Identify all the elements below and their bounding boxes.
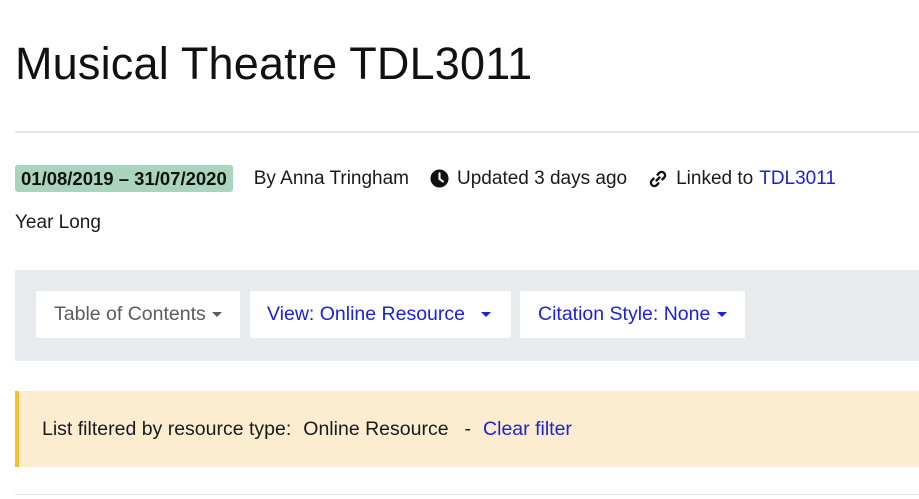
title-divider bbox=[15, 131, 919, 133]
citation-label: Citation Style: None bbox=[538, 303, 711, 325]
citation-style-dropdown[interactable]: Citation Style: None bbox=[520, 291, 745, 338]
filter-separator: - bbox=[464, 417, 472, 440]
updated-info: Updated 3 days ago bbox=[430, 168, 627, 190]
linked-module-link[interactable]: TDL3011 bbox=[759, 168, 836, 190]
clear-filter-link[interactable]: Clear filter bbox=[483, 418, 572, 441]
linked-prefix: Linked to bbox=[676, 167, 754, 189]
link-icon bbox=[649, 170, 667, 187]
clock-icon bbox=[430, 169, 449, 188]
view-dropdown[interactable]: View: Online Resource bbox=[250, 291, 511, 338]
filter-text: List filtered by resource type: bbox=[42, 417, 292, 440]
caret-down-icon bbox=[717, 312, 728, 317]
list-meta: 01/08/2019 – 31/07/2020 By Anna Tringham… bbox=[15, 165, 836, 192]
caret-down-icon bbox=[481, 312, 491, 317]
filter-notice: List filtered by resource type: Online R… bbox=[15, 391, 919, 467]
date-range-badge: 01/08/2019 – 31/07/2020 bbox=[15, 165, 233, 192]
list-toolbar: Table of Contents View: Online Resource … bbox=[15, 270, 919, 361]
caret-down-icon bbox=[211, 312, 222, 317]
view-label: View: Online Resource bbox=[267, 303, 465, 325]
table-of-contents-dropdown[interactable]: Table of Contents bbox=[36, 291, 240, 338]
updated-text: Updated 3 days ago bbox=[457, 167, 628, 189]
toc-label: Table of Contents bbox=[54, 303, 206, 325]
linked-info: Linked to TDL3011 bbox=[648, 168, 836, 190]
section-divider bbox=[15, 494, 919, 495]
author-text: By Anna Tringham bbox=[253, 167, 410, 189]
period-text: Year Long bbox=[15, 212, 101, 233]
page-title: Musical Theatre TDL3011 bbox=[15, 38, 533, 89]
filter-value: Online Resource bbox=[303, 417, 449, 440]
